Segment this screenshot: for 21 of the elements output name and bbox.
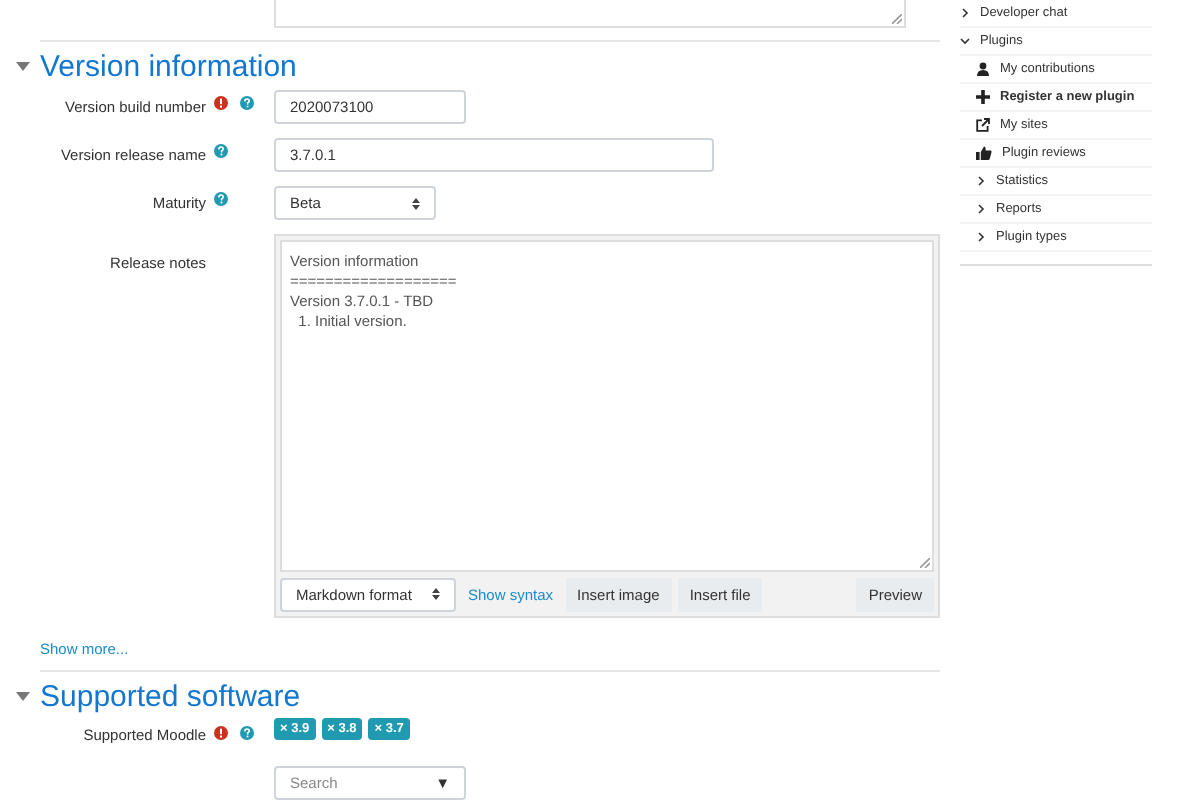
chevron-icon[interactable] bbox=[976, 232, 986, 242]
help-icon[interactable] bbox=[214, 144, 228, 158]
chevron-icon[interactable] bbox=[976, 176, 986, 186]
chevron-icon[interactable] bbox=[960, 36, 970, 46]
resize-grip-icon[interactable] bbox=[920, 558, 930, 568]
help-icon[interactable] bbox=[240, 726, 254, 740]
external-link-icon bbox=[976, 118, 990, 132]
help-icon[interactable] bbox=[240, 96, 254, 110]
section-title[interactable]: Supported software bbox=[40, 679, 301, 713]
chevron-icon[interactable] bbox=[960, 8, 970, 18]
help-icon[interactable] bbox=[214, 192, 228, 206]
caret-icon[interactable] bbox=[16, 691, 30, 701]
sort-arrows-icon bbox=[432, 588, 440, 600]
resize-grip-icon[interactable] bbox=[892, 14, 902, 24]
chevron-icon[interactable] bbox=[976, 204, 986, 214]
user-icon bbox=[976, 62, 990, 76]
plus-icon bbox=[976, 90, 990, 104]
sort-arrows-icon bbox=[412, 197, 420, 209]
caret-icon[interactable] bbox=[16, 61, 30, 71]
section-title[interactable]: Version information bbox=[40, 49, 297, 83]
thumbs-up-icon bbox=[976, 146, 992, 160]
